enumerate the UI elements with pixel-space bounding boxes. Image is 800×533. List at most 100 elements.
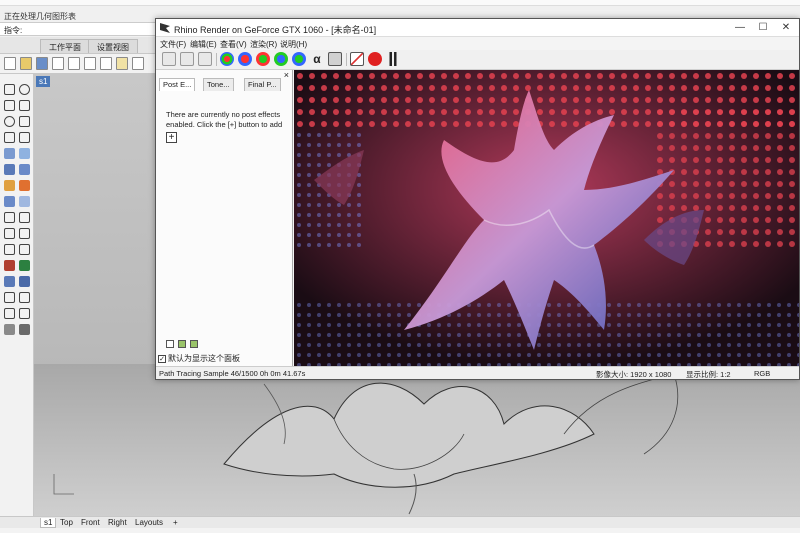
minimize-button[interactable]: — <box>733 21 747 35</box>
command-history: 正在处理几何图形表 <box>4 12 76 21</box>
tab-s1[interactable]: s1 <box>40 518 57 528</box>
copy-icon[interactable] <box>100 57 112 70</box>
panel-settings-icon[interactable] <box>190 340 198 348</box>
grid-icon[interactable] <box>4 292 15 303</box>
mirror-icon[interactable] <box>19 276 30 287</box>
box-solid-icon[interactable] <box>4 164 15 175</box>
rhino-icon <box>160 23 170 33</box>
rectangle-icon[interactable] <box>19 116 30 127</box>
offset-icon[interactable] <box>19 228 30 239</box>
arc-icon[interactable] <box>4 132 15 143</box>
circle-icon[interactable] <box>4 116 15 127</box>
stop-render-icon[interactable] <box>368 52 382 66</box>
status-bar <box>0 528 800 533</box>
scale-icon[interactable] <box>19 292 30 303</box>
surface-edit-icon[interactable] <box>19 148 30 159</box>
post-effects-panel: × Post E... Tone... Final P... There are… <box>156 70 293 366</box>
render-progress: Path Tracing Sample 46/1500 0h 0m 41.67s <box>159 369 306 378</box>
polyline-icon[interactable] <box>4 100 15 111</box>
green-channel-icon[interactable] <box>256 52 270 66</box>
luminance-icon[interactable] <box>292 52 306 66</box>
explode-icon[interactable] <box>19 180 30 191</box>
toolbar-separator <box>216 53 217 66</box>
blue-channel-icon[interactable] <box>274 52 288 66</box>
text-icon[interactable] <box>4 244 15 255</box>
add-post-effect-button[interactable]: + <box>166 132 177 143</box>
point-icon[interactable] <box>19 84 30 95</box>
pan-hand-icon[interactable] <box>132 57 144 70</box>
render-menu-bar: 文件(F) 编辑(E) 查看(V) 渲染(R) 说明(H) <box>156 38 799 50</box>
select-arrow-icon[interactable] <box>4 84 15 95</box>
curve-icon[interactable] <box>19 100 30 111</box>
tab-right[interactable]: Right <box>105 518 130 527</box>
post-effects-icon[interactable] <box>350 52 364 66</box>
print-icon[interactable] <box>52 57 64 70</box>
menu-file[interactable]: 文件(F) <box>160 39 186 50</box>
sphere-solid-icon[interactable] <box>19 164 30 175</box>
title-bar <box>0 0 800 6</box>
object-render-icon[interactable] <box>328 52 342 66</box>
menu-edit[interactable]: 编辑(E) <box>190 39 217 50</box>
array-icon[interactable] <box>4 276 15 287</box>
color-mode: RGB <box>754 369 771 378</box>
alpha-channel-icon[interactable]: α <box>310 52 324 66</box>
save-image-icon[interactable] <box>180 52 194 66</box>
render-window-titlebar[interactable]: Rhino Render on GeForce GTX 1060 - [未命名-… <box>156 19 799 37</box>
surface-icon[interactable] <box>4 148 15 159</box>
mesh-icon[interactable] <box>4 196 15 207</box>
toolbar-separator <box>346 53 347 66</box>
boolean-icon[interactable] <box>4 180 15 191</box>
check-icon[interactable] <box>19 308 30 319</box>
no-post-effects-message: There are currently no post effects enab… <box>166 110 283 129</box>
tab-post-effects[interactable]: Post E... <box>159 78 196 91</box>
polygon-icon[interactable] <box>19 132 30 143</box>
left-toolbar <box>0 74 34 520</box>
cut-icon[interactable] <box>84 57 96 70</box>
analyze-icon[interactable] <box>4 308 15 319</box>
mesh-edit-icon[interactable] <box>19 196 30 207</box>
menu-render[interactable]: 渲染(R) <box>250 39 277 50</box>
pause-render-icon[interactable] <box>386 52 400 66</box>
paste-icon[interactable] <box>116 57 128 70</box>
new-file-icon[interactable] <box>4 57 16 70</box>
rgb-channels-icon[interactable] <box>220 52 234 66</box>
copy-image-icon[interactable] <box>198 52 212 66</box>
tab-tone-mapping[interactable]: Tone... <box>203 78 234 91</box>
render-image[interactable] <box>294 70 799 366</box>
rotate-icon[interactable] <box>19 260 30 271</box>
panel-options-icon[interactable] <box>166 340 174 348</box>
render-preview-icon[interactable] <box>4 324 15 335</box>
tab-set-view[interactable]: 设置视图 <box>88 39 138 53</box>
menu-help[interactable]: 说明(H) <box>280 39 307 50</box>
render-status-bar: Path Tracing Sample 46/1500 0h 0m 41.67s… <box>156 366 799 379</box>
display-ratio: 显示比例: 1:2 <box>686 370 731 379</box>
red-channel-icon[interactable] <box>238 52 252 66</box>
fillet-icon[interactable] <box>4 228 15 239</box>
save-icon[interactable] <box>36 57 48 70</box>
show-panel-checkbox[interactable]: ✓ 默认为显示这个面板 <box>158 353 240 364</box>
menu-view[interactable]: 查看(V) <box>220 39 247 50</box>
split-icon[interactable] <box>19 212 30 223</box>
tab-final-pass[interactable]: Final P... <box>244 78 281 91</box>
tab-layouts[interactable]: Layouts <box>132 518 166 527</box>
move-icon[interactable] <box>4 260 15 271</box>
join-icon[interactable] <box>4 212 15 223</box>
panel-green-icon[interactable] <box>178 340 186 348</box>
tab-front[interactable]: Front <box>78 518 103 527</box>
tab-top[interactable]: Top <box>57 518 76 527</box>
export-icon[interactable] <box>162 52 176 66</box>
viewport-tabs: s1 Top Front Right Layouts + <box>0 516 800 528</box>
maximize-button[interactable]: ☐ <box>756 21 770 35</box>
open-folder-icon[interactable] <box>20 57 32 70</box>
command-prompt: 指令: <box>4 26 23 35</box>
render-window: Rhino Render on GeForce GTX 1060 - [未命名-… <box>155 18 800 380</box>
dimension-icon[interactable] <box>19 244 30 255</box>
layer-icon[interactable] <box>19 324 30 335</box>
import-icon[interactable] <box>68 57 80 70</box>
checkbox-icon[interactable]: ✓ <box>158 354 166 363</box>
close-button[interactable]: ✕ <box>779 21 793 35</box>
add-viewport-tab-button[interactable]: + <box>170 518 181 527</box>
render-scene <box>294 70 799 366</box>
panel-close-icon[interactable]: × <box>284 70 289 80</box>
tab-cplane[interactable]: 工作平面 <box>40 39 90 53</box>
